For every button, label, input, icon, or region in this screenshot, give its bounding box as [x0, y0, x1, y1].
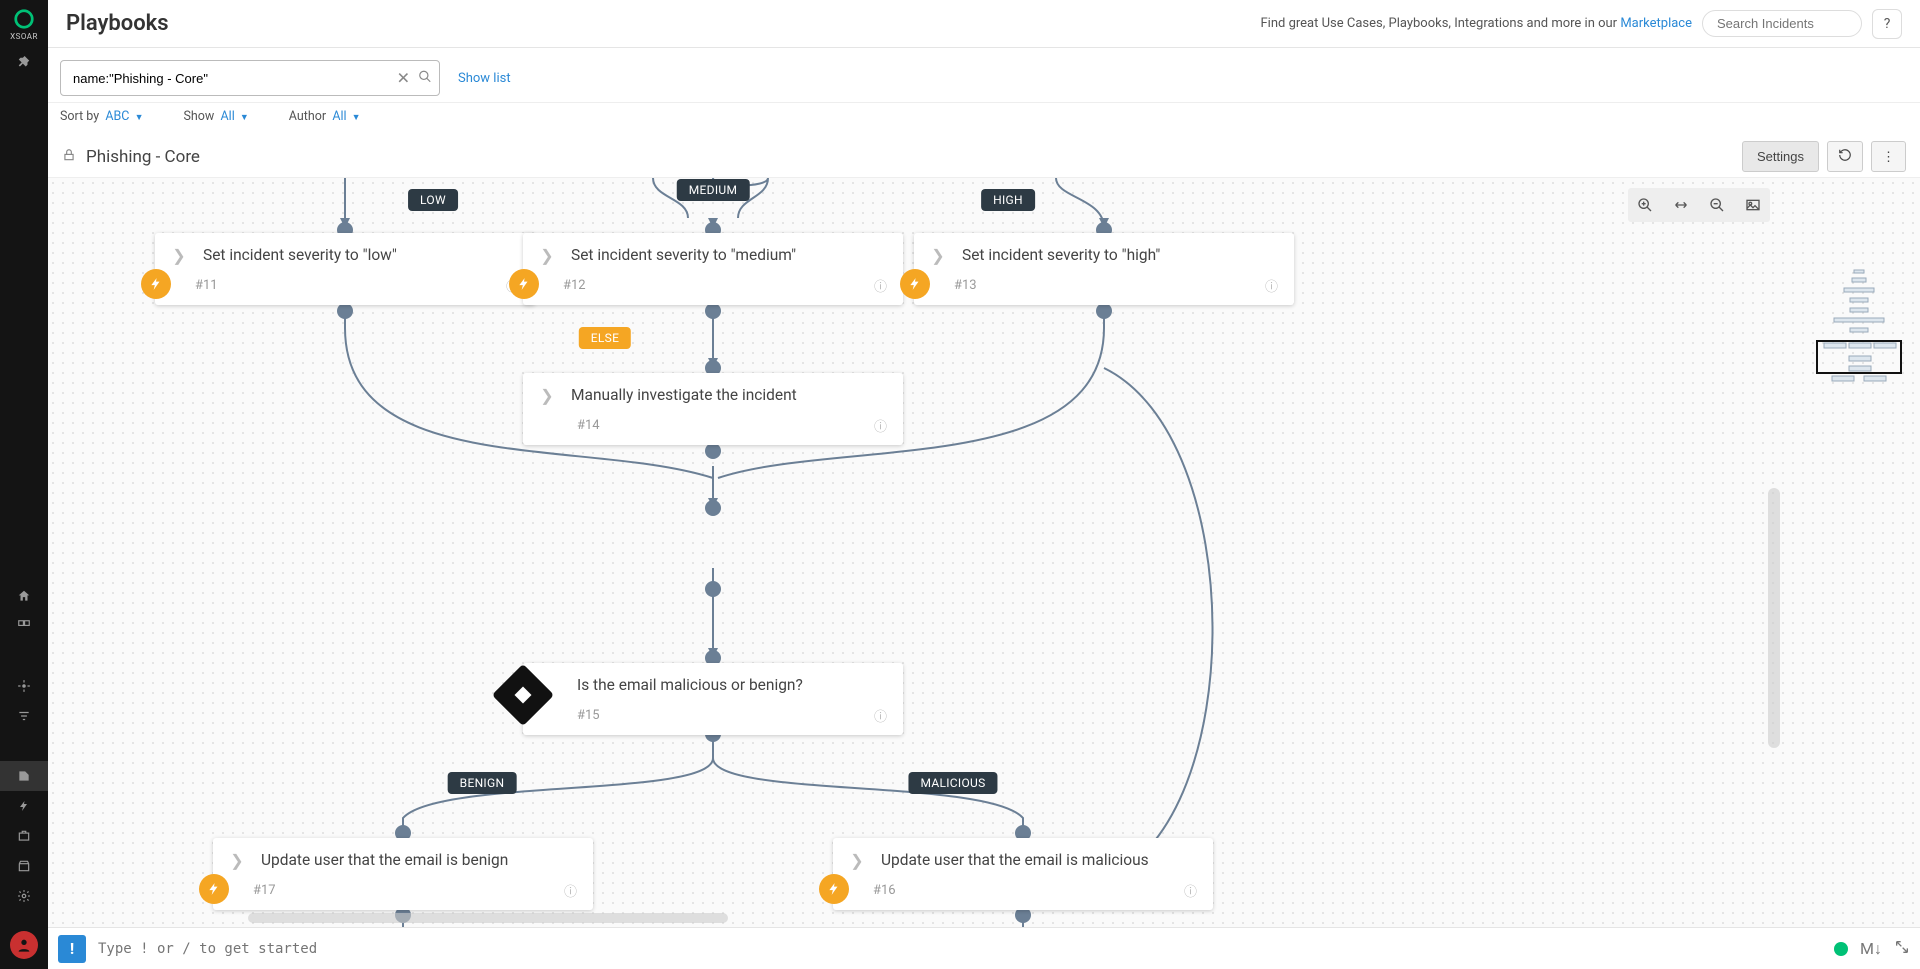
jobs-icon[interactable] — [0, 821, 48, 851]
edge-label-benign: BENIGN — [448, 772, 517, 794]
pin-icon[interactable] — [0, 48, 48, 78]
author-dropdown[interactable]: All ▼ — [332, 109, 360, 124]
image-export-icon[interactable] — [1740, 192, 1766, 218]
connector-dot — [705, 443, 721, 459]
page-header: Playbooks Find great Use Cases, Playbook… — [48, 0, 1920, 48]
promo-text: Find great Use Cases, Playbooks, Integra… — [1261, 16, 1693, 31]
bolt-icon — [900, 269, 930, 299]
status-dot — [1834, 942, 1848, 956]
marketplace-link[interactable]: Marketplace — [1620, 16, 1692, 31]
more-button[interactable]: ⋮ — [1871, 141, 1906, 172]
canvas-zoom-toolbar — [1628, 188, 1770, 222]
playbooks-icon[interactable] — [0, 761, 48, 791]
bolt-icon — [819, 874, 849, 904]
connector-dot — [1096, 303, 1112, 319]
zoom-in-icon[interactable] — [1632, 192, 1658, 218]
info-icon[interactable]: ⓘ — [874, 416, 887, 435]
edge-label-low: LOW — [408, 189, 458, 211]
chevron-icon: ❯ — [169, 245, 189, 265]
zoom-out-icon[interactable] — [1704, 192, 1730, 218]
edge-label-else: ELSE — [579, 327, 631, 349]
edge-label-malicious: MALICIOUS — [908, 772, 997, 794]
task-node-12[interactable]: ❯Set incident severity to "medium" #12ⓘ — [523, 233, 903, 305]
sort-filter-row: Sort by ABC ▼ Show All ▼ Author All ▼ — [48, 103, 1920, 136]
playbook-name: Phishing - Core — [86, 147, 200, 167]
chevron-icon: ❯ — [928, 245, 948, 265]
settings-icon[interactable] — [0, 881, 48, 911]
decision-node-15[interactable]: Is the email malicious or benign? #15ⓘ — [523, 663, 903, 735]
settings-button[interactable]: Settings — [1742, 141, 1819, 172]
undo-button[interactable] — [1827, 141, 1863, 172]
info-icon[interactable]: ⓘ — [874, 706, 887, 725]
command-bar: ! M↓ — [48, 927, 1920, 969]
sort-dropdown[interactable]: ABC ▼ — [105, 109, 143, 124]
show-list-link[interactable]: Show list — [458, 71, 511, 86]
bolt-icon — [509, 269, 539, 299]
chevron-icon: ❯ — [537, 385, 557, 405]
command-icon[interactable]: ! — [58, 935, 86, 963]
canvas-scrollbar-vertical[interactable] — [1768, 488, 1780, 748]
connector-dot — [705, 303, 721, 319]
help-button[interactable]: ? — [1872, 9, 1902, 39]
minimap-viewport[interactable] — [1816, 340, 1902, 374]
xsoar-logo[interactable]: XSOAR — [0, 0, 48, 48]
chevron-icon: ❯ — [537, 245, 557, 265]
marketplace-nav-icon[interactable] — [0, 851, 48, 881]
search-icon[interactable] — [418, 69, 432, 88]
info-icon[interactable]: ⓘ — [874, 276, 887, 295]
connector-dot — [705, 581, 721, 597]
connector-dot — [705, 500, 721, 516]
threat-icon[interactable] — [0, 671, 48, 701]
home-icon[interactable] — [0, 581, 48, 611]
clear-filter-icon[interactable]: ✕ — [397, 69, 410, 88]
expand-icon[interactable] — [1894, 939, 1910, 959]
page-title: Playbooks — [66, 11, 169, 36]
playbook-titlebar: Phishing - Core Settings ⋮ — [48, 136, 1920, 178]
task-node-16[interactable]: ❯Update user that the email is malicious… — [833, 838, 1213, 910]
search-incidents-input[interactable] — [1702, 10, 1862, 37]
automation-icon[interactable] — [0, 791, 48, 821]
minimap[interactable] — [1814, 268, 1904, 388]
dashboard-icon[interactable] — [0, 611, 48, 641]
info-icon[interactable]: ⓘ — [564, 881, 577, 900]
user-avatar[interactable] — [10, 931, 38, 959]
bolt-icon — [199, 874, 229, 904]
task-node-17[interactable]: ❯Update user that the email is benign #1… — [213, 838, 593, 910]
filter-bar: ✕ Show list — [48, 48, 1920, 103]
command-input[interactable] — [98, 941, 1822, 957]
playbook-filter-input[interactable] — [60, 60, 440, 96]
bolt-icon — [141, 269, 171, 299]
chevron-icon: ❯ — [847, 850, 867, 870]
info-icon[interactable]: ⓘ — [1184, 881, 1197, 900]
canvas-scrollbar-horizontal[interactable] — [248, 913, 728, 923]
info-icon[interactable]: ⓘ — [1265, 276, 1278, 295]
app-sidebar: XSOAR — [0, 0, 48, 969]
playbook-canvas[interactable]: LOW MEDIUM HIGH ELSE BENIGN MALICIOUS ❯S… — [48, 178, 1920, 927]
task-node-13[interactable]: ❯Set incident severity to "high" #13ⓘ — [914, 233, 1294, 305]
fit-icon[interactable] — [1668, 192, 1694, 218]
task-node-11[interactable]: ❯Set incident severity to "low" #11ⓘ — [155, 233, 535, 305]
task-node-14[interactable]: ❯Manually investigate the incident #14ⓘ — [523, 373, 903, 445]
edge-label-medium: MEDIUM — [677, 179, 750, 201]
chevron-icon: ❯ — [227, 850, 247, 870]
edge-label-high: HIGH — [981, 189, 1035, 211]
show-dropdown[interactable]: All ▼ — [221, 109, 249, 124]
filter-icon[interactable] — [0, 701, 48, 731]
connector-dot — [337, 303, 353, 319]
lock-icon — [62, 147, 76, 166]
markdown-toggle[interactable]: M↓ — [1860, 939, 1882, 959]
